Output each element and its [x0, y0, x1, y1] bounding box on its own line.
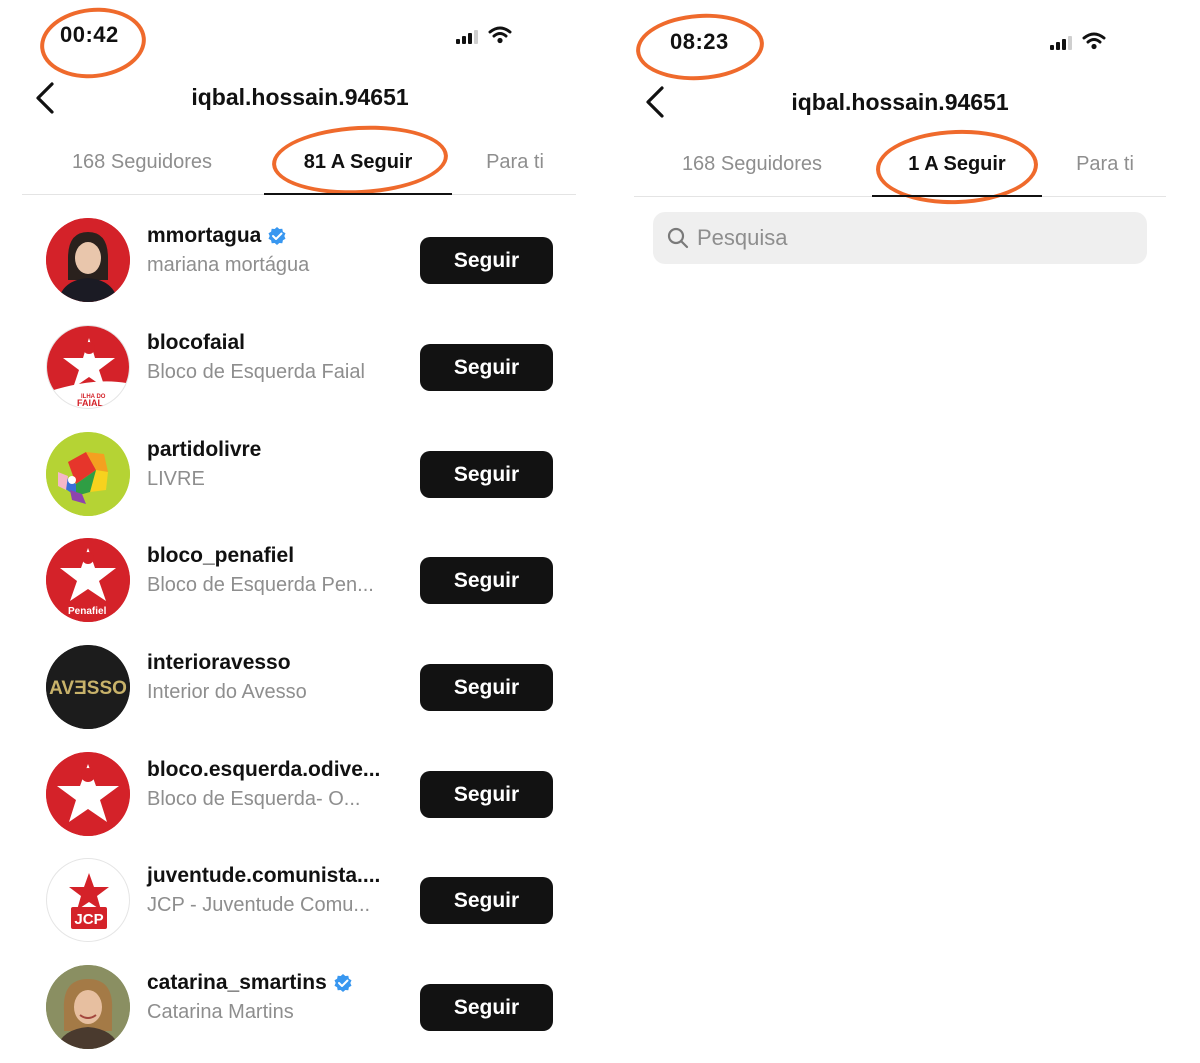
username[interactable]: blocofaial	[147, 331, 245, 355]
avatar: Penafiel	[46, 538, 130, 622]
wifi-icon	[488, 26, 512, 44]
jcp-logo-icon: JCP	[69, 873, 109, 929]
list-item[interactable]: catarina_smartins Catarina Martins Segui…	[0, 957, 600, 1057]
avatar: ILHA DO FAIAL	[46, 325, 130, 409]
username-text: catarina_smartins	[147, 971, 327, 994]
username-text: bloco.esquerda.odive...	[147, 758, 381, 781]
list-item[interactable]: partidolivre LIVRE Seguir	[0, 424, 600, 524]
full-name: JCP - Juventude Comu...	[147, 894, 371, 916]
follow-button[interactable]: Seguir	[420, 557, 553, 604]
avatar: AVƎSSO	[46, 645, 130, 729]
back-arrow-icon[interactable]	[28, 80, 64, 116]
highlight-circle-time	[633, 9, 767, 85]
bloco-star-logo-icon: ILHA DO FAIAL	[47, 326, 129, 408]
svg-text:AVƎSSO: AVƎSSO	[49, 678, 127, 699]
list-item[interactable]: mmortagua mariana mortágua Seguir	[0, 210, 600, 310]
full-name: Catarina Martins	[147, 1001, 294, 1023]
svg-text:JCP: JCP	[74, 911, 103, 928]
avatar: JCP	[46, 858, 130, 942]
avatar	[46, 965, 130, 1049]
search-placeholder: Pesquisa	[697, 225, 788, 250]
list-item[interactable]: Penafiel bloco_penafiel Bloco de Esquerd…	[0, 530, 600, 630]
username[interactable]: mmortagua	[147, 224, 287, 248]
wifi-icon	[1082, 32, 1106, 50]
signal-icon	[1050, 36, 1072, 50]
page-title: iqbal.hossain.94651	[791, 89, 1009, 115]
active-tab-indicator	[872, 195, 1042, 197]
back-arrow-icon[interactable]	[638, 84, 674, 120]
tab-for-you[interactable]: Para ti	[470, 151, 560, 174]
highlight-circle-following	[270, 121, 450, 199]
full-name: LIVRE	[147, 468, 205, 490]
follow-button[interactable]: Seguir	[420, 771, 553, 818]
livre-rainbow-logo-icon	[46, 432, 130, 516]
status-icons	[456, 26, 512, 44]
tab-followers[interactable]: 168 Seguidores	[652, 153, 852, 176]
right-screen: 08:23 iqbal.hossain.94651 168 Seguidores…	[610, 0, 1200, 1063]
search-icon	[667, 227, 689, 249]
portrait-dark-hair-image	[46, 218, 130, 302]
list-item[interactable]: JCP juventude.comunista.... JCP - Juvent…	[0, 850, 600, 950]
svg-text:Penafiel: Penafiel	[68, 606, 107, 617]
avatar	[46, 752, 130, 836]
list-item[interactable]: bloco.esquerda.odive... Bloco de Esquerd…	[0, 744, 600, 844]
status-icons	[1050, 32, 1106, 50]
verified-badge-icon	[268, 227, 286, 245]
svg-text:FAIAL: FAIAL	[77, 398, 104, 408]
username-text: partidolivre	[147, 438, 262, 461]
signal-icon	[456, 30, 478, 44]
follow-button[interactable]: Seguir	[420, 344, 553, 391]
bloco-star-logo-icon: Penafiel	[46, 538, 130, 622]
list-item[interactable]: ILHA DO FAIAL blocofaial Bloco de Esquer…	[0, 317, 600, 417]
full-name: mariana mortágua	[147, 254, 310, 276]
avatar	[46, 218, 130, 302]
search-input[interactable]: Pesquisa	[653, 212, 1147, 264]
verified-badge-icon	[334, 974, 352, 992]
username-text: mmortagua	[147, 224, 262, 247]
username[interactable]: juventude.comunista....	[147, 864, 380, 888]
username-text: bloco_penafiel	[147, 544, 295, 567]
username[interactable]: bloco_penafiel	[147, 544, 294, 568]
username-text: juventude.comunista....	[147, 864, 381, 887]
username[interactable]: interioravesso	[147, 651, 291, 675]
username[interactable]: partidolivre	[147, 438, 261, 462]
follow-button[interactable]: Seguir	[420, 664, 553, 711]
username-text: interioravesso	[147, 651, 291, 674]
username-text: blocofaial	[147, 331, 246, 354]
list-item[interactable]: AVƎSSO interioravesso Interior do Avesso…	[0, 637, 600, 737]
full-name: Bloco de Esquerda Pen...	[147, 574, 374, 596]
follow-button[interactable]: Seguir	[420, 877, 553, 924]
avesso-logo-icon: AVƎSSO	[46, 645, 130, 729]
highlight-circle-time	[36, 2, 150, 84]
page-title: iqbal.hossain.94651	[191, 84, 409, 110]
tab-for-you[interactable]: Para ti	[1058, 153, 1152, 176]
avatar	[46, 432, 130, 516]
portrait-light-hair-image	[46, 965, 130, 1049]
follow-button[interactable]: Seguir	[420, 984, 553, 1031]
tab-followers[interactable]: 168 Seguidores	[42, 151, 242, 174]
follow-button[interactable]: Seguir	[420, 237, 553, 284]
full-name: Bloco de Esquerda Faial	[147, 361, 365, 383]
follow-button[interactable]: Seguir	[420, 451, 553, 498]
username[interactable]: bloco.esquerda.odive...	[147, 758, 380, 782]
active-tab-indicator	[264, 193, 452, 195]
bloco-star-logo-icon	[46, 752, 130, 836]
username[interactable]: catarina_smartins	[147, 971, 353, 995]
full-name: Interior do Avesso	[147, 681, 307, 703]
full-name: Bloco de Esquerda- O...	[147, 788, 361, 810]
left-screen: 00:42 iqbal.hossain.94651 168 Seguidores…	[0, 0, 600, 1063]
